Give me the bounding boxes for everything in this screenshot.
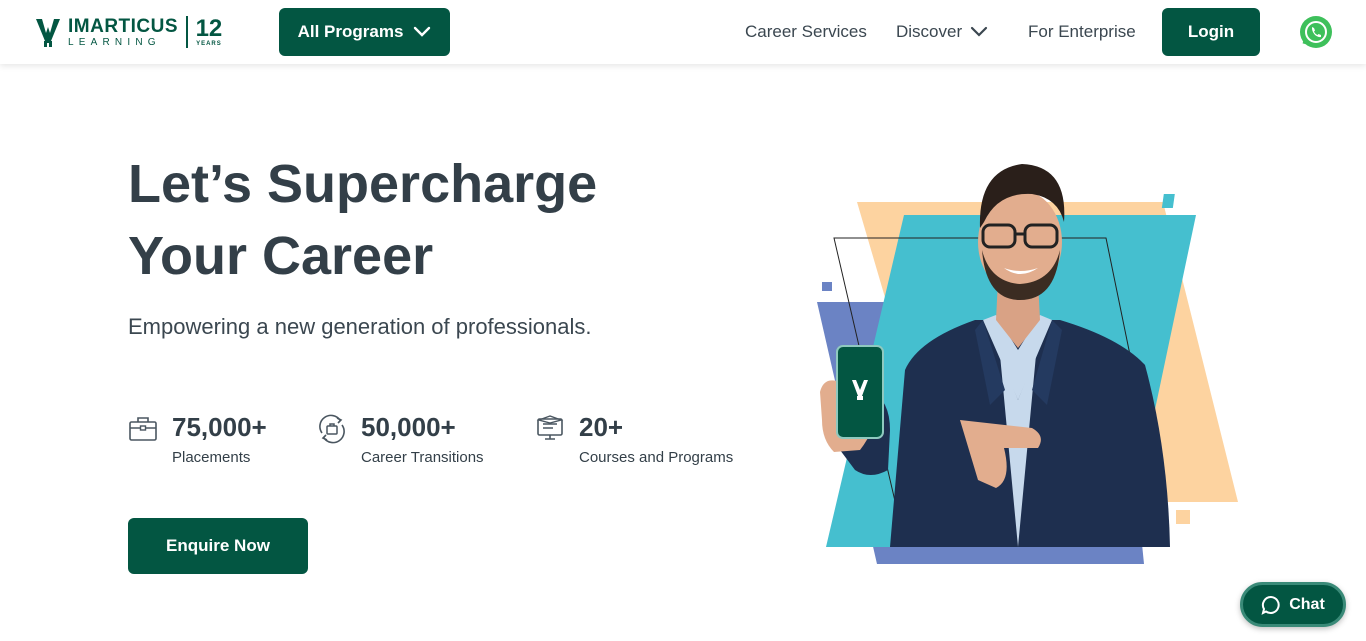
nav-for-enterprise[interactable]: For Enterprise	[1028, 22, 1136, 42]
stat-value: 75,000+	[172, 412, 267, 442]
hero-title-line2: Your Career	[128, 226, 434, 286]
whatsapp-icon[interactable]	[1299, 15, 1333, 49]
nav-discover[interactable]: Discover	[896, 22, 988, 42]
login-button[interactable]: Login	[1162, 8, 1260, 56]
stat-value: 20+	[579, 412, 624, 442]
logo-years: 12 YEARS	[195, 15, 223, 48]
stat-body: 20+ Courses and Programs	[579, 410, 733, 466]
chat-bubble-icon	[1261, 595, 1280, 615]
logo-years-number: 12	[195, 15, 223, 42]
logo-mark-icon	[36, 19, 60, 47]
hero-title: Let’s Supercharge Your Career	[128, 148, 688, 292]
nav-discover-label: Discover	[896, 22, 963, 41]
stat-value: 50,000+	[361, 412, 456, 442]
all-programs-button[interactable]: All Programs	[279, 8, 450, 56]
blue-accent	[822, 282, 832, 291]
imarticus-logo[interactable]: IMARTICUS LEARNING 12 YEARS	[34, 14, 222, 50]
peach-accent	[1176, 510, 1190, 524]
chevron-down-icon	[414, 26, 431, 37]
site-header: IMARTICUS LEARNING 12 YEARS All Programs…	[0, 0, 1366, 64]
stat-label: Placements	[172, 449, 251, 466]
chat-button[interactable]: Chat	[1240, 582, 1346, 627]
logo-sub: LEARNING	[68, 36, 161, 48]
teal-accent	[1161, 194, 1175, 208]
nav-career-services[interactable]: Career Services	[745, 22, 867, 42]
logo-brand: IMARTICUS	[68, 15, 179, 37]
stat-career-transitions: 50,000+ Career Transitions	[317, 410, 484, 466]
chat-label: Chat	[1289, 595, 1325, 613]
courses-icon	[536, 415, 564, 440]
stat-courses-programs: 20+ Courses and Programs	[535, 410, 733, 466]
stat-label: Career Transitions	[361, 449, 484, 466]
enquire-now-button[interactable]: Enquire Now	[128, 518, 308, 574]
hero-subtitle: Empowering a new generation of professio…	[128, 314, 592, 339]
stat-label: Courses and Programs	[579, 449, 734, 466]
logo-years-label: YEARS	[196, 41, 222, 47]
stat-body: 50,000+ Career Transitions	[361, 410, 484, 466]
career-transition-icon	[319, 414, 345, 444]
hero-illustration	[817, 164, 1238, 564]
hero-title-line1: Let’s Supercharge	[128, 154, 598, 214]
all-programs-label: All Programs	[297, 22, 404, 41]
chevron-down-icon	[971, 26, 988, 37]
logo-wordmark: IMARTICUS LEARNING	[68, 17, 178, 48]
briefcase-icon	[129, 417, 157, 441]
stat-body: 75,000+ Placements	[172, 410, 267, 466]
stat-placements: 75,000+ Placements	[128, 410, 267, 466]
logo-divider	[186, 16, 188, 48]
